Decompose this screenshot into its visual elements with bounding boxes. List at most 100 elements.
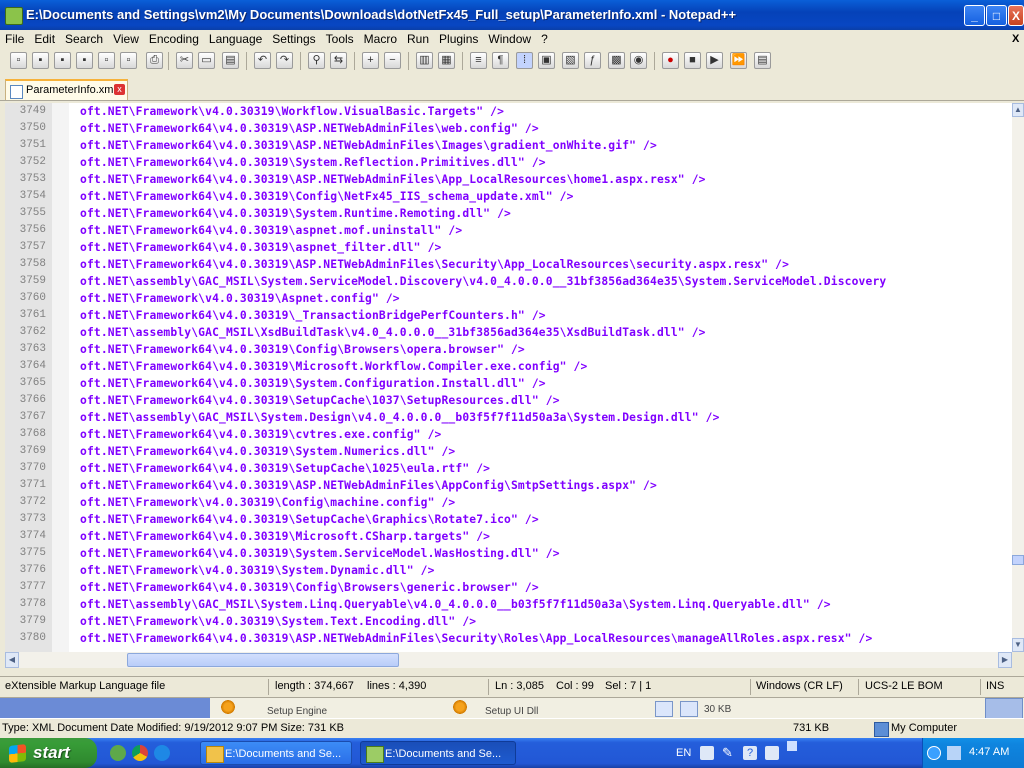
code-line[interactable]: oft.NET\Framework64\v4.0.30319\System.Se… [80,545,560,562]
ie-icon[interactable] [154,745,170,761]
menu-window[interactable]: Window [483,30,536,48]
undo-icon[interactable]: ↶ [254,52,271,69]
pen-icon[interactable]: ✎ [722,746,736,760]
menu-view[interactable]: View [108,30,144,48]
tab-close-icon[interactable]: x [114,84,125,95]
paste-icon[interactable]: ▤ [222,52,239,69]
zoom-in-icon[interactable]: + [362,52,379,69]
window-title-bar[interactable]: E:\Documents and Settings\vm2\My Documen… [0,0,1024,30]
window-icon[interactable] [765,746,779,760]
file-item-setup-engine[interactable]: Setup Engine [267,706,327,717]
menu-plugins[interactable]: Plugins [434,30,483,48]
menu-run[interactable]: Run [402,30,434,48]
menu-macro[interactable]: Macro [359,30,402,48]
code-line[interactable]: oft.NET\Framework64\v4.0.30319\System.Nu… [80,443,455,460]
status-eol[interactable]: Windows (CR LF) [756,680,843,692]
playback-macro-icon[interactable]: ▶ [706,52,723,69]
redo-icon[interactable]: ↷ [276,52,293,69]
save-macro-icon[interactable]: ▤ [754,52,771,69]
code-line[interactable]: oft.NET\Framework64\v4.0.30319\System.Re… [80,154,546,171]
code-line[interactable]: oft.NET\Framework\v4.0.30319\Workflow.Vi… [80,103,504,120]
code-line[interactable]: oft.NET\assembly\GAC_MSIL\System.Service… [80,273,886,290]
vertical-scroll-thumb[interactable] [1012,555,1024,565]
record-macro-icon[interactable]: ● [662,52,679,69]
save-all-icon[interactable]: ▪ [76,52,93,69]
sync-vertical-icon[interactable]: ▥ [416,52,433,69]
replace-icon[interactable]: ⇆ [330,52,347,69]
close-document-button[interactable]: X [1012,30,1019,48]
code-line[interactable]: oft.NET\Framework64\v4.0.30319\SetupCach… [80,392,560,409]
code-line[interactable]: oft.NET\Framework64\v4.0.30319\Microsoft… [80,528,490,545]
save-icon[interactable]: ▪ [54,52,71,69]
maximize-button[interactable]: □ [986,5,1007,26]
code-line[interactable]: oft.NET\Framework64\v4.0.30319\ASP.NETWe… [80,137,657,154]
horizontal-scroll-thumb[interactable] [127,653,399,667]
scroll-right-icon[interactable]: ▶ [998,652,1012,668]
menu-edit[interactable]: Edit [29,30,60,48]
scroll-up-icon[interactable]: ▲ [1012,103,1024,117]
language-indicator[interactable]: EN [676,747,691,759]
vertical-scrollbar[interactable]: ▲ ▼ [1012,103,1024,652]
start-button[interactable]: start [0,738,97,768]
stop-recording-icon[interactable]: ■ [684,52,701,69]
folder-as-workspace-icon[interactable]: ▩ [608,52,625,69]
menu-help[interactable]: ? [536,30,553,48]
sync-horizontal-icon[interactable]: ▦ [438,52,455,69]
clock[interactable]: 4:47 AM [969,746,1009,758]
close-file-icon[interactable]: ▫ [98,52,115,69]
notepadpp-icon[interactable] [5,7,23,25]
arrow-icon[interactable] [787,741,797,751]
code-line[interactable]: oft.NET\Framework64\v4.0.30319\SetupCach… [80,511,539,528]
code-line[interactable]: oft.NET\assembly\GAC_MSIL\XsdBuildTask\v… [80,324,706,341]
copy-icon[interactable]: ▭ [198,52,215,69]
show-all-characters-icon[interactable]: ¶ [492,52,509,69]
chrome-icon[interactable] [132,745,148,761]
open-file-icon[interactable]: ▪ [32,52,49,69]
code-line[interactable]: oft.NET\Framework64\v4.0.30319\Config\Ne… [80,188,574,205]
code-line[interactable]: oft.NET\Framework\v4.0.30319\System.Text… [80,613,476,630]
code-line[interactable]: oft.NET\Framework64\v4.0.30319\aspnet_fi… [80,239,441,256]
function-list-icon[interactable]: ƒ [584,52,601,69]
run-macro-multiple-icon[interactable]: ⏩ [730,52,747,69]
document-map-icon[interactable]: ▧ [562,52,579,69]
menu-encoding[interactable]: Encoding [144,30,204,48]
monitoring-icon[interactable]: ◉ [630,52,647,69]
show-hidden-icons-icon[interactable] [927,746,941,760]
user-language-icon[interactable]: ▣ [538,52,555,69]
code-line[interactable]: oft.NET\Framework64\v4.0.30319\_Transact… [80,307,546,324]
menu-tools[interactable]: Tools [321,30,359,48]
code-line[interactable]: oft.NET\Framework64\v4.0.30319\System.Ru… [80,205,511,222]
new-file-icon[interactable]: ▫ [10,52,27,69]
task-explorer-window[interactable]: E:\Documents and Se... [200,741,352,765]
close-all-icon[interactable]: ▫ [120,52,137,69]
keyboard-icon[interactable] [700,746,714,760]
scroll-left-icon[interactable]: ◀ [5,652,19,668]
editor-area[interactable]: 3749 oft.NET\Framework\v4.0.30319\Workflo… [5,103,1012,652]
menu-search[interactable]: Search [60,30,108,48]
code-line[interactable]: oft.NET\Framework64\v4.0.30319\Config\Br… [80,341,525,358]
code-line[interactable]: oft.NET\Framework64\v4.0.30319\ASP.NETWe… [80,630,872,647]
show-desktop-icon[interactable] [110,745,126,761]
find-icon[interactable]: ⚲ [308,52,325,69]
code-line[interactable]: oft.NET\assembly\GAC_MSIL\System.Linq.Qu… [80,596,831,613]
code-line[interactable]: oft.NET\Framework\v4.0.30319\Config\mach… [80,494,455,511]
help-icon[interactable]: ? [743,746,757,760]
menu-settings[interactable]: Settings [267,30,320,48]
task-notepadpp-window[interactable]: E:\Documents and Se... [360,741,516,765]
menu-language[interactable]: Language [204,30,267,48]
code-line[interactable]: oft.NET\Framework64\v4.0.30319\System.Co… [80,375,546,392]
code-line[interactable]: oft.NET\Framework64\v4.0.30319\Config\Br… [80,579,539,596]
code-line[interactable]: oft.NET\Framework64\v4.0.30319\cvtres.ex… [80,426,441,443]
code-line[interactable]: oft.NET\Framework64\v4.0.30319\ASP.NETWe… [80,120,539,137]
code-line[interactable]: oft.NET\Framework64\v4.0.30319\ASP.NETWe… [80,477,657,494]
zoom-out-icon[interactable]: − [384,52,401,69]
menu-file[interactable]: File [0,30,29,48]
code-line[interactable]: oft.NET\Framework\v4.0.30319\Aspnet.conf… [80,290,400,307]
file-item-setup-ui[interactable]: Setup UI Dll [485,706,538,717]
code-line[interactable]: oft.NET\Framework\v4.0.30319\System.Dyna… [80,562,435,579]
tab-parameterinfo-xml[interactable]: ParameterInfo.xml x [5,79,128,100]
minimize-button[interactable]: _ [964,5,985,26]
scroll-down-icon[interactable]: ▼ [1012,638,1024,652]
fold-margin[interactable] [52,103,69,652]
cut-icon[interactable]: ✂ [176,52,193,69]
